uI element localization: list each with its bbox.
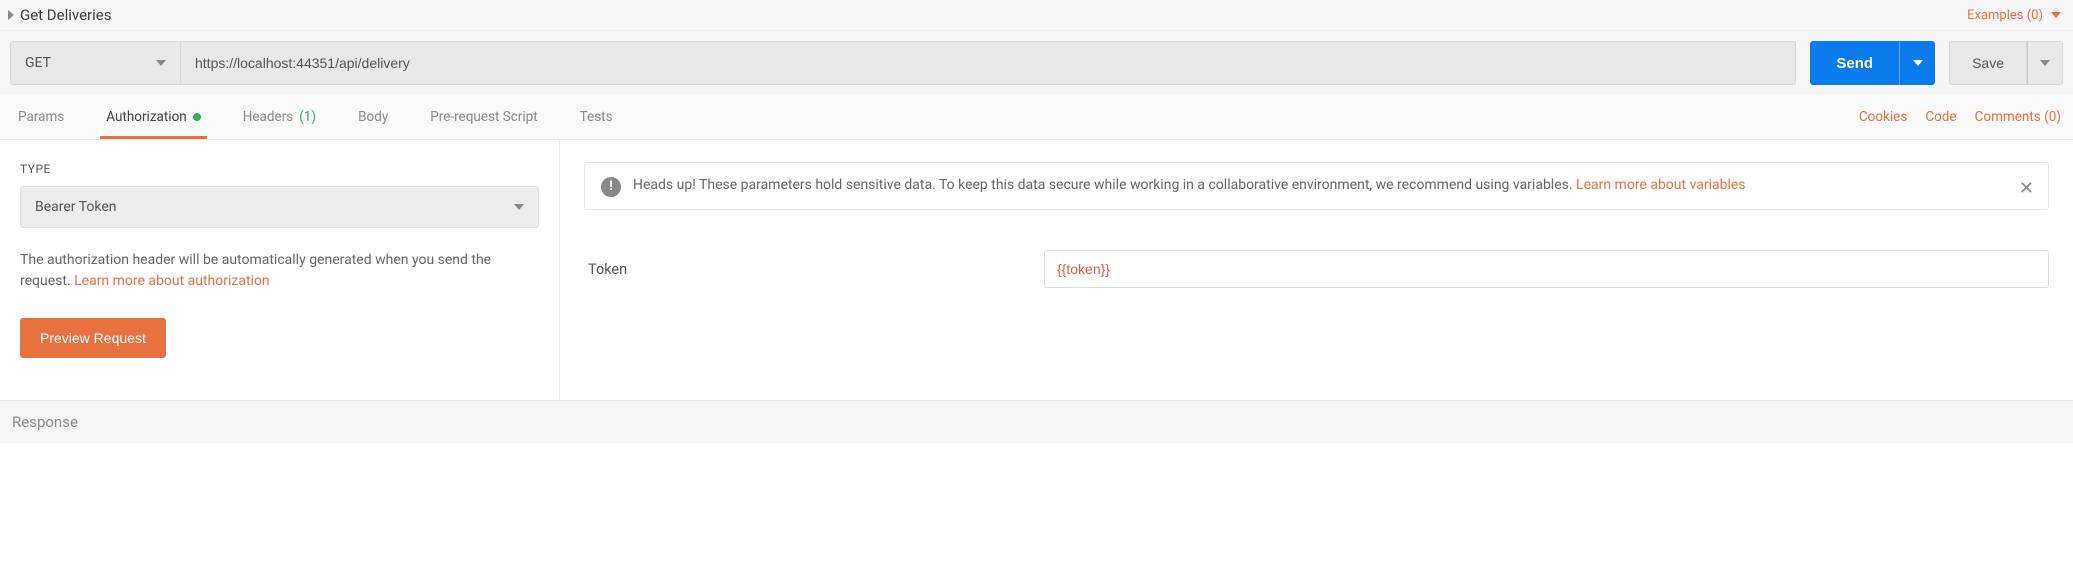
chevron-down-icon: [1913, 60, 1923, 66]
authorization-panel: TYPE Bearer Token The authorization head…: [0, 140, 2073, 400]
close-icon[interactable]: ✕: [2019, 175, 2034, 203]
tab-label: Headers: [243, 109, 293, 125]
tab-label: Body: [358, 109, 388, 125]
chevron-down-icon: [2051, 12, 2061, 18]
chevron-down-icon: [156, 60, 166, 66]
token-field-row: Token: [584, 250, 2049, 288]
tab-label: Params: [18, 109, 64, 125]
response-label: Response: [12, 413, 78, 431]
tab-label: Tests: [580, 109, 613, 125]
save-button[interactable]: Save: [1949, 41, 2027, 85]
token-input[interactable]: [1044, 250, 2049, 288]
request-url-bar: GET Send Save: [0, 31, 2073, 95]
tab-prerequest-script[interactable]: Pre-request Script: [424, 95, 543, 139]
auth-right-pane: ! Heads up! These parameters hold sensit…: [560, 140, 2073, 400]
tab-params[interactable]: Params: [12, 95, 70, 139]
auth-type-label: TYPE: [20, 162, 539, 176]
send-dropdown-button[interactable]: [1899, 41, 1935, 85]
examples-label: Examples (0): [1967, 8, 2043, 23]
code-link[interactable]: Code: [1925, 109, 1956, 125]
tab-tests[interactable]: Tests: [574, 95, 619, 139]
cookies-link[interactable]: Cookies: [1859, 109, 1907, 125]
sensitive-data-alert: ! Heads up! These parameters hold sensit…: [584, 162, 2049, 210]
http-method-select[interactable]: GET: [10, 41, 180, 85]
learn-more-variables-link[interactable]: Learn more about variables: [1576, 177, 1746, 193]
request-title-bar: Get Deliveries Examples (0): [0, 0, 2073, 31]
collapse-toggle-icon[interactable]: [8, 10, 14, 20]
examples-dropdown[interactable]: Examples (0): [1967, 8, 2061, 23]
http-method-value: GET: [25, 55, 51, 71]
chevron-down-icon: [2040, 60, 2050, 66]
request-tabs: Params Authorization Headers (1) Body Pr…: [12, 95, 619, 139]
auth-type-value: Bearer Token: [35, 199, 117, 215]
request-tabs-bar: Params Authorization Headers (1) Body Pr…: [0, 95, 2073, 140]
comments-link[interactable]: Comments (0): [1975, 109, 2061, 125]
status-dot-icon: [193, 113, 201, 121]
tab-right-links: Cookies Code Comments (0): [1859, 109, 2061, 125]
alert-icon: !: [601, 177, 621, 197]
request-url-input[interactable]: [180, 41, 1796, 85]
save-dropdown-button[interactable]: [2027, 41, 2063, 85]
learn-more-authorization-link[interactable]: Learn more about authorization: [74, 273, 270, 289]
preview-request-button[interactable]: Preview Request: [20, 318, 166, 358]
auth-type-select[interactable]: Bearer Token: [20, 186, 539, 228]
tab-label: Authorization: [106, 109, 186, 125]
auth-description: The authorization header will be automat…: [20, 250, 539, 292]
tab-headers[interactable]: Headers (1): [237, 95, 322, 139]
alert-text: Heads up! These parameters hold sensitiv…: [633, 177, 1576, 193]
tab-authorization[interactable]: Authorization: [100, 95, 206, 139]
tab-body[interactable]: Body: [352, 95, 394, 139]
tab-label: Pre-request Script: [430, 109, 537, 125]
request-name: Get Deliveries: [20, 6, 111, 24]
response-section-header: Response: [0, 400, 2073, 443]
send-button[interactable]: Send: [1810, 41, 1899, 85]
tab-count: (1): [299, 109, 316, 125]
chevron-down-icon: [514, 204, 524, 210]
auth-left-pane: TYPE Bearer Token The authorization head…: [0, 140, 560, 400]
token-label: Token: [584, 261, 1004, 278]
